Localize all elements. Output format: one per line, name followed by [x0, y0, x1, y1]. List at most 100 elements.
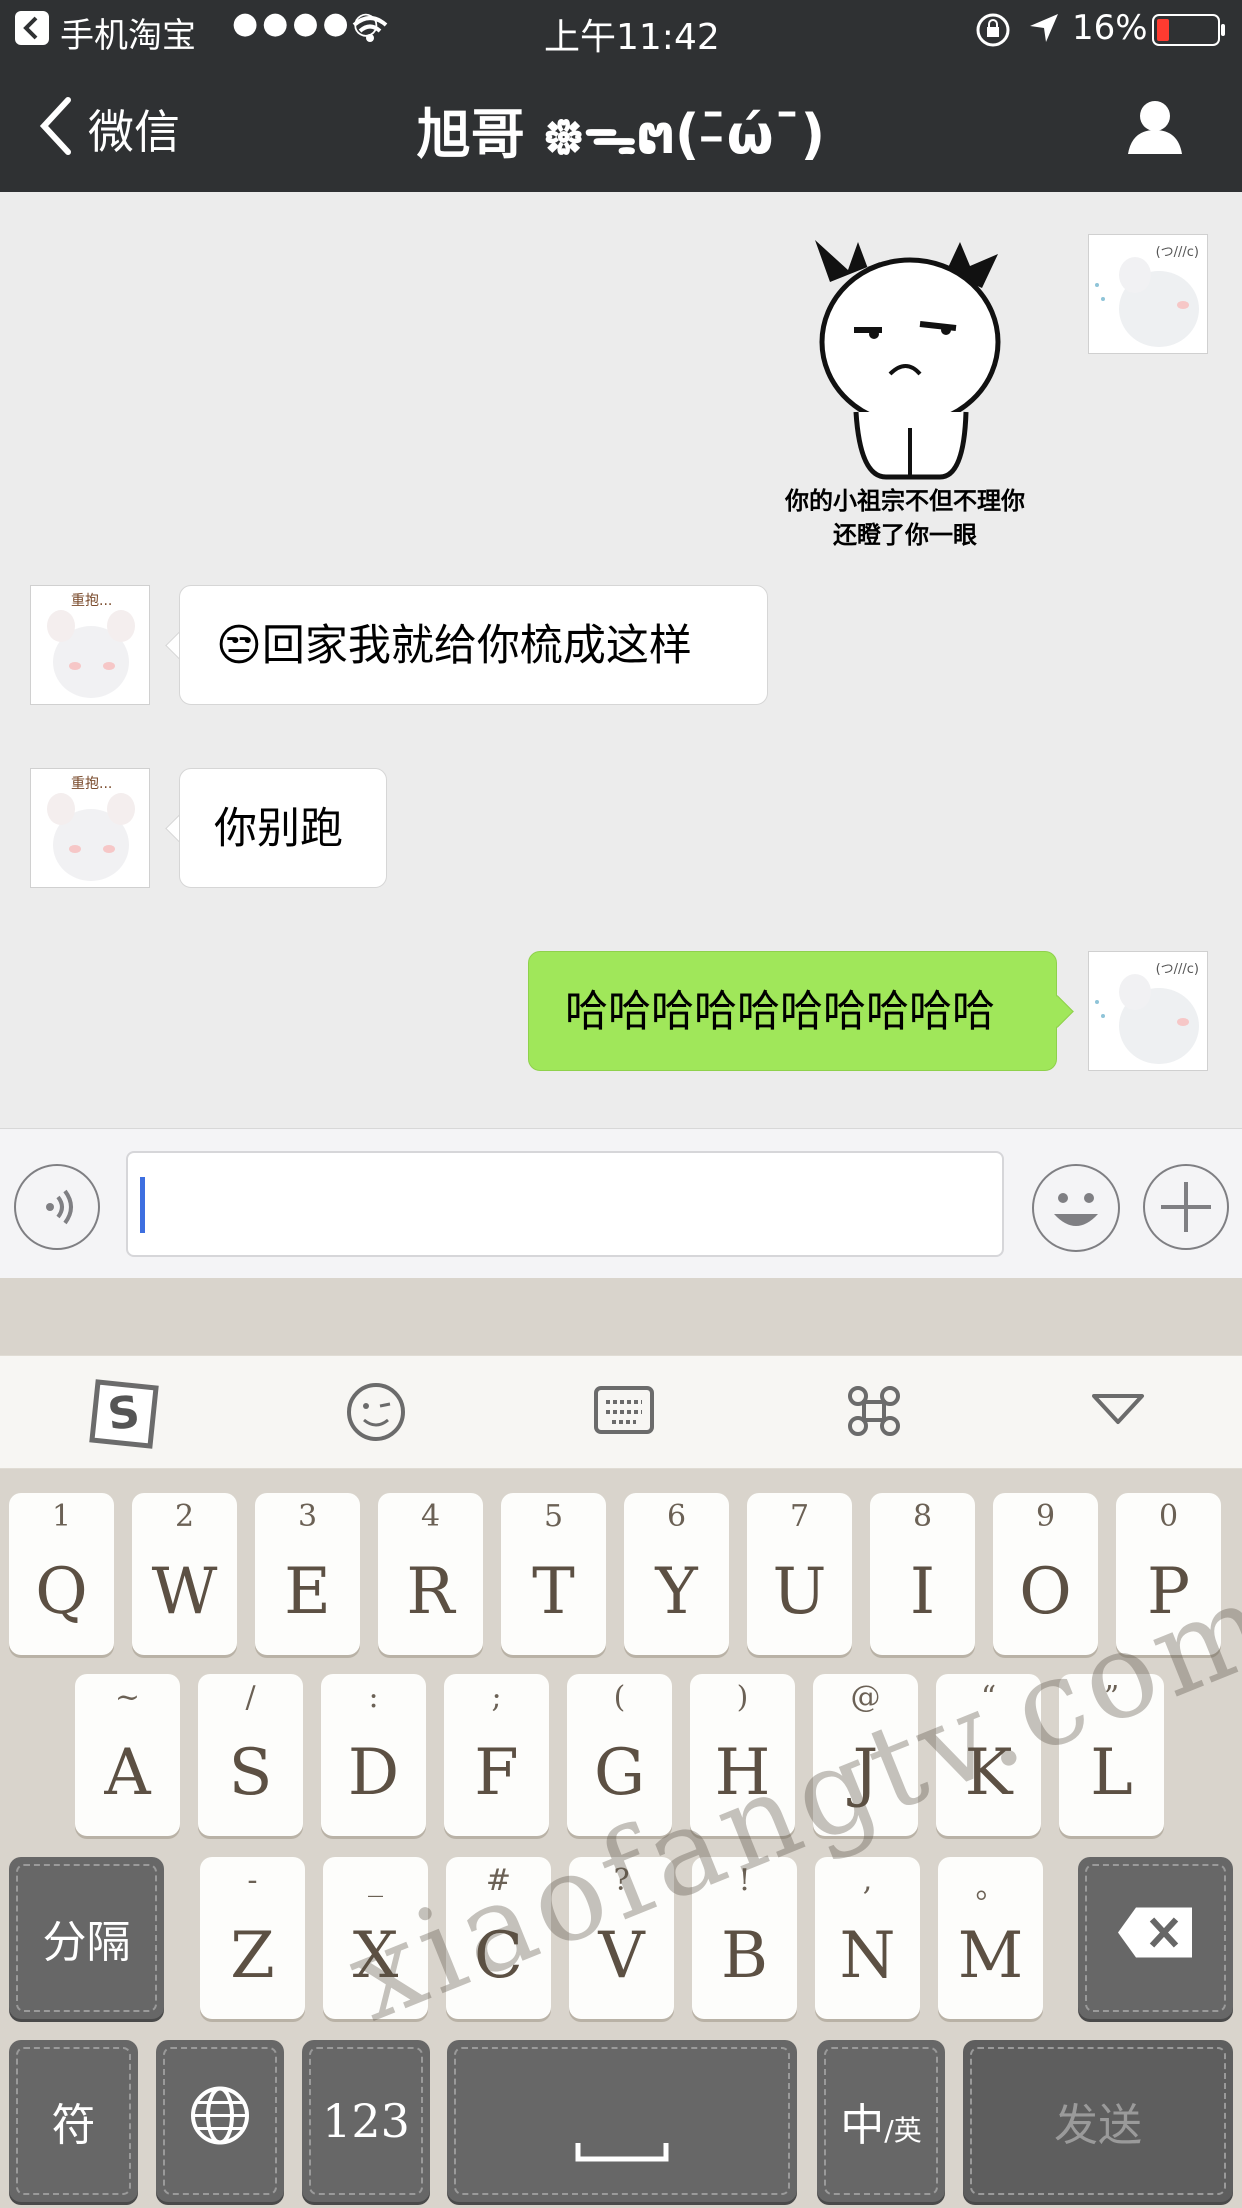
key-y[interactable]: 6Y: [624, 1493, 729, 1655]
key-v[interactable]: ? V: [569, 1857, 674, 2019]
status-bar: 手机淘宝 ●●●●○ 上午11:42 16%: [0, 0, 1242, 60]
space-key[interactable]: [447, 2040, 797, 2202]
key-r[interactable]: 4R: [378, 1493, 483, 1655]
key-primary-label: V: [598, 1919, 645, 1993]
key-a[interactable]: ~ A: [75, 1674, 180, 1836]
friend-avatar[interactable]: 重抱...: [30, 585, 150, 705]
key-j[interactable]: @ J: [813, 1674, 918, 1836]
numbers-key[interactable]: 123: [302, 2040, 430, 2202]
key-primary-label: A: [104, 1736, 151, 1810]
sticker-message[interactable]: 你的小祖宗不但不理你 还瞪了你一眼: [770, 232, 1040, 562]
key-d[interactable]: :D: [321, 1674, 426, 1836]
separator-key[interactable]: 分隔: [9, 1857, 164, 2019]
key-k[interactable]: “K: [936, 1674, 1041, 1836]
nav-bar: 微信 旭哥 ᪥ᯓຕ(ˉ̵ώˉ): [0, 60, 1242, 192]
key-o[interactable]: 9O: [993, 1493, 1098, 1655]
message-bubble-incoming[interactable]: 你别跑: [179, 768, 387, 888]
key-c[interactable]: # C: [446, 1857, 551, 2019]
key-secondary-label: /: [245, 1680, 256, 1715]
key-h[interactable]: ) H: [690, 1674, 795, 1836]
more-options-button[interactable]: [1143, 1164, 1229, 1250]
key-primary-label: S: [228, 1736, 273, 1810]
rotation-lock-icon: [975, 12, 1011, 57]
message-text: 你别跑: [214, 804, 343, 854]
key-secondary-label: ): [736, 1680, 749, 1715]
key-f[interactable]: ; F: [444, 1674, 549, 1836]
message-bubble-outgoing[interactable]: 哈哈哈哈哈哈哈哈哈哈: [528, 951, 1057, 1071]
contact-profile-icon[interactable]: [1124, 96, 1186, 162]
key-primary-label: M: [957, 1919, 1024, 1993]
key-primary-label: N: [839, 1919, 896, 1993]
key-secondary-label: _: [368, 1863, 383, 1898]
symbols-key[interactable]: 符: [9, 2040, 138, 2202]
key-m[interactable]: 。 M: [938, 1857, 1043, 2019]
key-primary-label: O: [1019, 1555, 1072, 1629]
hide-keyboard-icon[interactable]: [1090, 1392, 1146, 1432]
key-secondary-label: 2: [174, 1499, 195, 1534]
key-primary-label: W: [151, 1555, 218, 1629]
key-secondary-label: #: [485, 1863, 512, 1898]
key-l[interactable]: ” L: [1059, 1674, 1164, 1836]
message-bubble-incoming[interactable]: 😒回家我就给你梳成这样: [179, 585, 768, 705]
key-x[interactable]: _ X: [323, 1857, 428, 2019]
key-secondary-label: 3: [297, 1499, 318, 1534]
keyboard-toolbar: S: [0, 1355, 1242, 1469]
key-i[interactable]: 8I: [870, 1493, 975, 1655]
key-secondary-label: ”: [1103, 1680, 1120, 1715]
message-text: 哈哈哈哈哈哈哈哈哈哈: [565, 987, 995, 1037]
keyboard-switch-icon[interactable]: [594, 1386, 654, 1438]
send-key[interactable]: 发送: [963, 2040, 1233, 2202]
key-b[interactable]: ! B: [692, 1857, 797, 2019]
key-primary-label: P: [1146, 1555, 1191, 1629]
command-icon[interactable]: [844, 1380, 904, 1444]
chat-title: 旭哥 ᪥ᯓຕ(ˉ̵ώˉ): [416, 103, 826, 166]
sticker-caption-line2: 还瞪了你一眼: [833, 521, 977, 549]
friend-avatar-text: 重抱...: [71, 593, 113, 609]
key-u[interactable]: 7U: [747, 1493, 852, 1655]
top-bar: 手机淘宝 ●●●●○ 上午11:42 16% 微信 旭哥 ᪥ᯓຕ(ˉ̵ώˉ): [0, 0, 1242, 192]
backspace-key[interactable]: [1078, 1857, 1233, 2019]
voice-toggle-button[interactable]: [14, 1164, 100, 1250]
key-secondary-label: !: [738, 1863, 751, 1898]
battery-percent: 16%: [1072, 8, 1148, 48]
language-switch-key[interactable]: 中/英: [817, 2040, 945, 2202]
my-avatar[interactable]: (つ///c): [1088, 951, 1208, 1071]
key-primary-label: Y: [655, 1555, 698, 1629]
back-to-app-icon[interactable]: [14, 10, 50, 55]
message-input[interactable]: [126, 1151, 1004, 1257]
key-t[interactable]: 5T: [501, 1493, 606, 1655]
key-g[interactable]: (G: [567, 1674, 672, 1836]
key-s[interactable]: / S: [198, 1674, 303, 1836]
key-primary-label: R: [406, 1555, 455, 1629]
key-secondary-label: -: [247, 1863, 258, 1898]
symbols-key-label: 符: [51, 2100, 96, 2151]
key-z[interactable]: -Z: [200, 1857, 305, 2019]
backspace-icon: [1078, 1906, 1233, 1971]
my-avatar-text: (つ///c): [1155, 962, 1199, 977]
key-secondary-label: 。: [975, 1871, 1006, 1906]
key-e[interactable]: 3E: [255, 1493, 360, 1655]
key-primary-label: D: [347, 1736, 400, 1810]
wifi-icon: [350, 12, 390, 52]
friend-avatar[interactable]: 重抱...: [30, 768, 150, 888]
key-secondary-label: :: [368, 1680, 379, 1715]
my-avatar[interactable]: (つ///c): [1088, 234, 1208, 354]
key-secondary-label: 6: [666, 1499, 687, 1534]
emoji-button[interactable]: [1032, 1164, 1120, 1252]
key-primary-label: I: [909, 1555, 936, 1629]
key-n[interactable]: ,N: [815, 1857, 920, 2019]
key-w[interactable]: 2W: [132, 1493, 237, 1655]
globe-key[interactable]: [156, 2040, 284, 2202]
separator-key-label: 分隔: [42, 1917, 131, 1968]
wink-emoji-icon[interactable]: [344, 1380, 408, 1448]
key-p[interactable]: 0P: [1116, 1493, 1221, 1655]
key-secondary-label: (: [613, 1680, 626, 1715]
sogou-logo-icon[interactable]: S: [84, 1376, 164, 1456]
key-primary-label: F: [474, 1736, 519, 1810]
key-primary-label: J: [852, 1736, 879, 1810]
lang-sub-label: /英: [884, 2114, 922, 2147]
numbers-key-label: 123: [322, 2094, 410, 2148]
back-app-label[interactable]: 手机淘宝: [60, 8, 196, 57]
space-bar-icon: [447, 2123, 797, 2174]
key-q[interactable]: 1Q: [9, 1493, 114, 1655]
